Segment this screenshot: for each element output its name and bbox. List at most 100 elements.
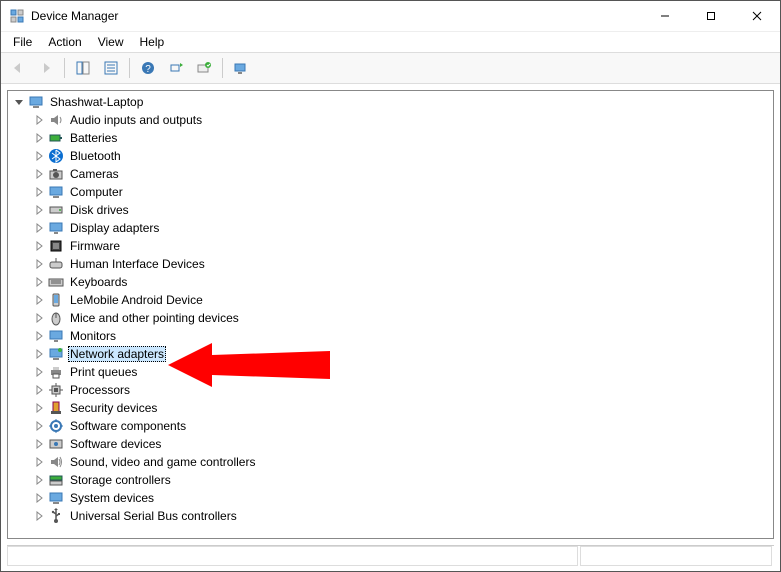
tree-node[interactable]: Software components [32,417,771,435]
camera-icon [48,166,64,182]
tree-root-node[interactable]: Shashwat-Laptop [12,93,771,111]
expand-icon[interactable] [32,509,46,523]
tree-node-label: Mice and other pointing devices [68,311,241,325]
menu-view[interactable]: View [90,33,132,51]
component-icon [48,418,64,434]
network-icon [48,346,64,362]
tree-node[interactable]: Keyboards [32,273,771,291]
close-button[interactable] [734,1,780,31]
tree-node[interactable]: Sound, video and game controllers [32,453,771,471]
expand-icon[interactable] [32,347,46,361]
tree-node-label: Security devices [68,401,159,415]
menu-file[interactable]: File [5,33,40,51]
monitor-icon [48,328,64,344]
tree-node[interactable]: Universal Serial Bus controllers [32,507,771,525]
expand-icon[interactable] [32,473,46,487]
expand-icon[interactable] [32,293,46,307]
tree-node[interactable]: Computer [32,183,771,201]
expand-icon[interactable] [32,113,46,127]
tree-node[interactable]: System devices [32,489,771,507]
expand-icon[interactable] [32,383,46,397]
tree-node[interactable]: Processors [32,381,771,399]
tree-node-label: Software components [68,419,188,433]
tree-node[interactable]: Batteries [32,129,771,147]
tree-node-label: Cameras [68,167,121,181]
app-icon [9,8,25,24]
tree-node[interactable]: Display adapters [32,219,771,237]
computer-root-icon [28,94,44,110]
status-cell [580,546,772,566]
expand-icon[interactable] [32,131,46,145]
scan-hardware-button[interactable] [191,56,217,80]
tree-node[interactable]: Human Interface Devices [32,255,771,273]
forward-button[interactable] [33,56,59,80]
tree-node-label: Audio inputs and outputs [68,113,204,127]
tree-node-label: LeMobile Android Device [68,293,205,307]
window-controls [642,1,780,31]
back-button[interactable] [5,56,31,80]
show-hide-tree-button[interactable] [70,56,96,80]
tree-node[interactable]: LeMobile Android Device [32,291,771,309]
tree-node[interactable]: Security devices [32,399,771,417]
tree-node-label: Keyboards [68,275,129,289]
toolbar-separator [129,58,130,78]
expand-icon[interactable] [32,185,46,199]
tree-root-label: Shashwat-Laptop [48,95,145,109]
expand-icon[interactable] [32,257,46,271]
device-manager-window: Device Manager File Action View Help [0,0,781,572]
tree-node[interactable]: Bluetooth [32,147,771,165]
maximize-button[interactable] [688,1,734,31]
tree-node[interactable]: Cameras [32,165,771,183]
collapse-icon[interactable] [12,95,26,109]
computer-icon [48,184,64,200]
expand-icon[interactable] [32,401,46,415]
battery-icon [48,130,64,146]
device-tree[interactable]: Shashwat-Laptop Audio inputs and outputs… [7,90,774,539]
tree-node[interactable]: Audio inputs and outputs [32,111,771,129]
keyboard-icon [48,274,64,290]
expand-icon[interactable] [32,149,46,163]
expand-icon[interactable] [32,239,46,253]
tree-node-label: System devices [68,491,156,505]
tree-node-label: Disk drives [68,203,131,217]
expand-icon[interactable] [32,419,46,433]
menubar: File Action View Help [1,32,780,52]
expand-icon[interactable] [32,365,46,379]
menu-help[interactable]: Help [132,33,173,51]
expand-icon[interactable] [32,167,46,181]
toolbar-separator [64,58,65,78]
mouse-icon [48,310,64,326]
tree-node[interactable]: Software devices [32,435,771,453]
tree-node[interactable]: Storage controllers [32,471,771,489]
tree-node-label: Bluetooth [68,149,123,163]
tree-node-label: Sound, video and game controllers [68,455,257,469]
tree-node-label: Print queues [68,365,139,379]
tree-node[interactable]: Print queues [32,363,771,381]
expand-icon[interactable] [32,203,46,217]
expand-icon[interactable] [32,455,46,469]
expand-icon[interactable] [32,491,46,505]
expand-icon[interactable] [32,221,46,235]
security-icon [48,400,64,416]
expand-icon[interactable] [32,329,46,343]
expand-icon[interactable] [32,437,46,451]
tree-node[interactable]: Disk drives [32,201,771,219]
tree-node[interactable]: Mice and other pointing devices [32,309,771,327]
svg-text:?: ? [145,64,151,75]
expand-icon[interactable] [32,275,46,289]
update-driver-button[interactable] [163,56,189,80]
cpu-icon [48,382,64,398]
minimize-button[interactable] [642,1,688,31]
menu-action[interactable]: Action [40,33,89,51]
help-button[interactable]: ? [135,56,161,80]
tree-node[interactable]: Firmware [32,237,771,255]
devices-by-type-button[interactable] [228,56,254,80]
phone-icon [48,292,64,308]
printer-icon [48,364,64,380]
tree-node-label: Computer [68,185,125,199]
expand-icon[interactable] [32,311,46,325]
properties-button[interactable] [98,56,124,80]
titlebar: Device Manager [1,1,780,32]
tree-node[interactable]: Monitors [32,327,771,345]
tree-node[interactable]: Network adapters [32,345,771,363]
